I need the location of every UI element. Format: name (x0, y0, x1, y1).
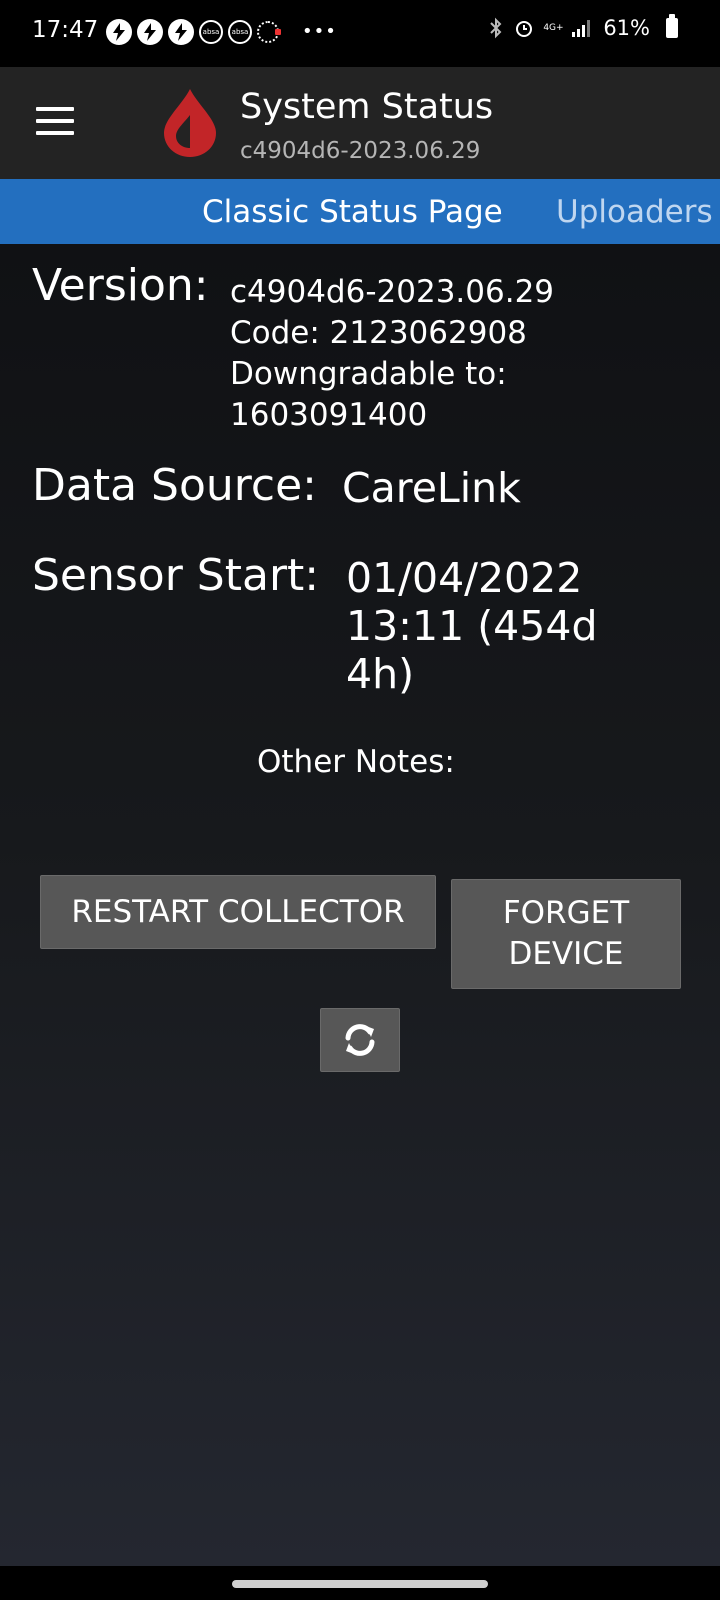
downgradable-label: Downgradable to: (230, 356, 507, 392)
forget-device-button[interactable]: FORGET DEVICE (451, 879, 681, 989)
network-type-icon: 4G+ (543, 22, 564, 33)
tab-bar: Classic Status Page Uploaders (0, 179, 720, 244)
absa-icon: absa (228, 20, 252, 44)
navigation-bar (0, 1566, 720, 1600)
app-bar: System Status c4904d6-2023.06.29 (0, 67, 720, 179)
system-icons: 4G+ 61% (487, 14, 678, 40)
lightning-icon (137, 19, 163, 45)
home-gesture-handle[interactable] (232, 1580, 488, 1588)
battery-percent: 61% (603, 16, 650, 40)
version-details: c4904d6-2023.06.29 Code: 2123062908 Down… (230, 272, 554, 436)
forget-device-label-line2: DEVICE (508, 936, 624, 972)
forget-device-label-line1: FORGET (502, 895, 630, 931)
signal-icon (572, 20, 591, 37)
restart-collector-button[interactable]: RESTART COLLECTOR (40, 875, 436, 949)
tab-classic-status-page[interactable]: Classic Status Page (202, 194, 503, 230)
more-notifications-icon: ••• (302, 21, 337, 42)
bluetooth-icon (490, 17, 502, 39)
app-subtitle: c4904d6-2023.06.29 (240, 138, 481, 164)
battery-icon (666, 14, 678, 38)
absa-icon: absa (199, 20, 223, 44)
lightning-icon (106, 19, 132, 45)
gear-icon (257, 21, 281, 43)
status-bar: 17:47 absa absa ••• 4G+ 61% (0, 0, 720, 67)
version-label: Version: (32, 260, 209, 311)
alarm-icon (516, 21, 533, 37)
data-source-value: CareLink (342, 464, 521, 512)
refresh-icon (345, 1024, 375, 1056)
status-time: 17:47 (32, 17, 99, 43)
refresh-button[interactable] (320, 1008, 400, 1072)
phone-screen: 17:47 absa absa ••• 4G+ 61% System Statu… (0, 0, 720, 1600)
version-string: c4904d6-2023.06.29 (230, 274, 555, 310)
sensor-start-value: 01/04/2022 13:11 (454d 4h) (346, 554, 598, 698)
app-title: System Status (240, 87, 494, 127)
notification-icons: absa absa ••• (106, 19, 337, 45)
sensor-start-label: Sensor Start: (32, 550, 320, 601)
lightning-icon (168, 19, 194, 45)
tab-uploaders[interactable]: Uploaders (556, 194, 713, 230)
downgradable-value: 1603091400 (230, 397, 428, 433)
blood-drop-logo-icon (164, 89, 216, 157)
version-code: Code: 2123062908 (230, 315, 527, 351)
status-content: Version: c4904d6-2023.06.29 Code: 212306… (0, 244, 720, 1566)
other-notes-label: Other Notes: (257, 744, 455, 780)
data-source-label: Data Source: (32, 460, 317, 511)
menu-icon[interactable] (36, 107, 76, 139)
